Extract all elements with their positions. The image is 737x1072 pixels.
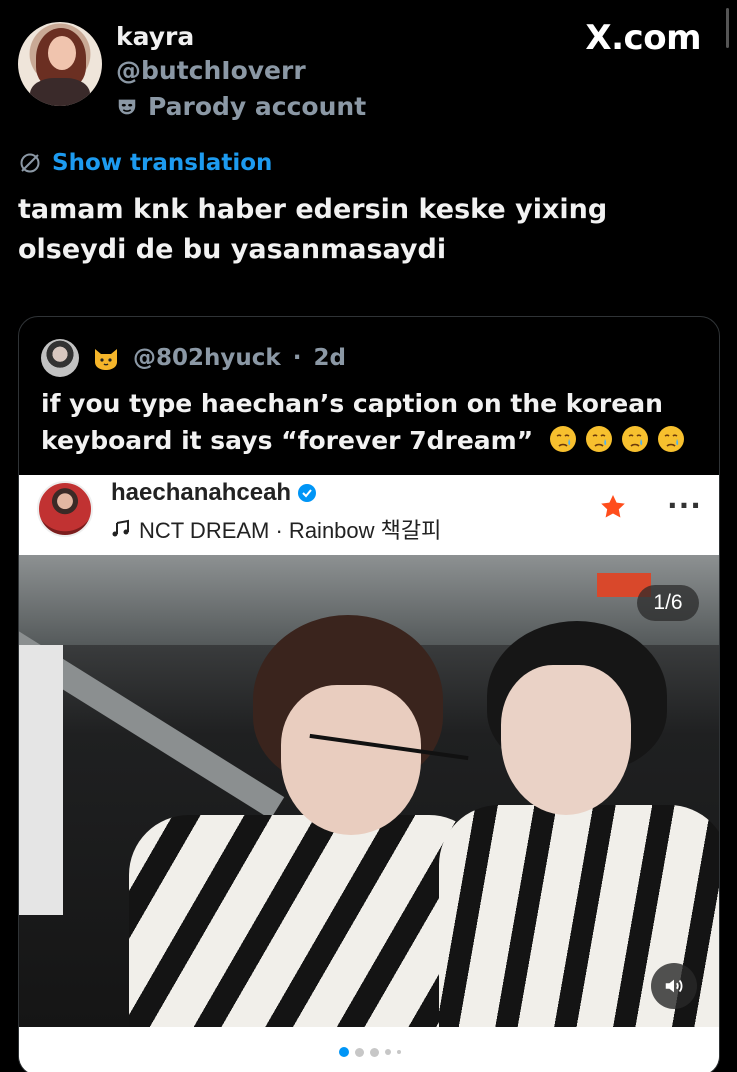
scroll-indicator: [726, 8, 729, 48]
author-name[interactable]: kayra: [116, 22, 194, 51]
emoji-row: [542, 426, 686, 455]
photo-panel: [19, 645, 63, 915]
show-translation-label: Show translation: [52, 150, 273, 176]
photo-person-left-face: [281, 685, 421, 835]
separator-dot: ·: [292, 345, 302, 371]
sound-icon: [665, 979, 683, 993]
parody-text: Parody account: [148, 92, 367, 121]
embedded-music-text: NCT DREAM · Rainbow 책갈피: [139, 518, 442, 543]
embedded-music-row[interactable]: NCT DREAM · Rainbow 책갈피: [111, 513, 441, 545]
embedded-username-row[interactable]: haechanahceah: [111, 479, 317, 507]
star-icon[interactable]: [599, 493, 627, 521]
quoted-handle[interactable]: @802hyuck: [133, 345, 281, 371]
crying-face-icon: [549, 426, 576, 452]
slide-counter: 1/6: [637, 585, 699, 621]
slide-dot: [339, 1047, 349, 1057]
crying-face-icon: [621, 426, 648, 452]
globe-icon: [20, 153, 40, 173]
slide-indicator: [19, 1027, 719, 1072]
parody-label: Parody account: [116, 92, 366, 121]
author-handle[interactable]: @butchIoverr: [116, 56, 306, 85]
mask-icon: [118, 99, 136, 114]
crying-face-icon: [657, 426, 684, 452]
show-translation-link[interactable]: Show translation: [18, 150, 272, 176]
cat-icon: [95, 349, 117, 370]
embedded-username: haechanahceah: [111, 479, 292, 506]
crying-face-icon: [585, 426, 612, 452]
verified-icon: [298, 484, 317, 502]
tweet-text: tamam knk haber edersin keske yixing ols…: [18, 194, 608, 265]
more-icon[interactable]: ···: [667, 489, 702, 522]
slide-dot: [397, 1050, 401, 1054]
photo-person-right-face: [501, 665, 631, 815]
quoted-avatar[interactable]: [41, 339, 79, 377]
quoted-tweet[interactable]: @802hyuck · 2d if you type haechan’s cap…: [18, 316, 720, 1072]
sound-button[interactable]: [651, 963, 697, 1009]
quoted-time: 2d: [313, 345, 346, 371]
music-note-icon: [112, 519, 129, 537]
embedded-post-header: haechanahceah NCT DREAM · Rainbow 책갈피 ··…: [19, 475, 719, 555]
embedded-post[interactable]: haechanahceah NCT DREAM · Rainbow 책갈피 ··…: [19, 475, 719, 1072]
slide-dot: [385, 1049, 391, 1055]
embedded-avatar[interactable]: [37, 481, 93, 537]
author-avatar[interactable]: [18, 22, 102, 106]
quoted-text: if you type haechan’s caption on the kor…: [41, 385, 701, 459]
embedded-photo[interactable]: 1/6: [19, 555, 719, 1027]
brand-label: X.com: [585, 18, 701, 58]
photo-person-left-body: [129, 815, 489, 1027]
slide-dot: [355, 1047, 364, 1057]
quoted-header: @802hyuck · 2d: [41, 339, 346, 377]
tweet: kayra @butchIoverr Parody account X.com …: [0, 0, 737, 1072]
slide-dot: [370, 1047, 379, 1057]
